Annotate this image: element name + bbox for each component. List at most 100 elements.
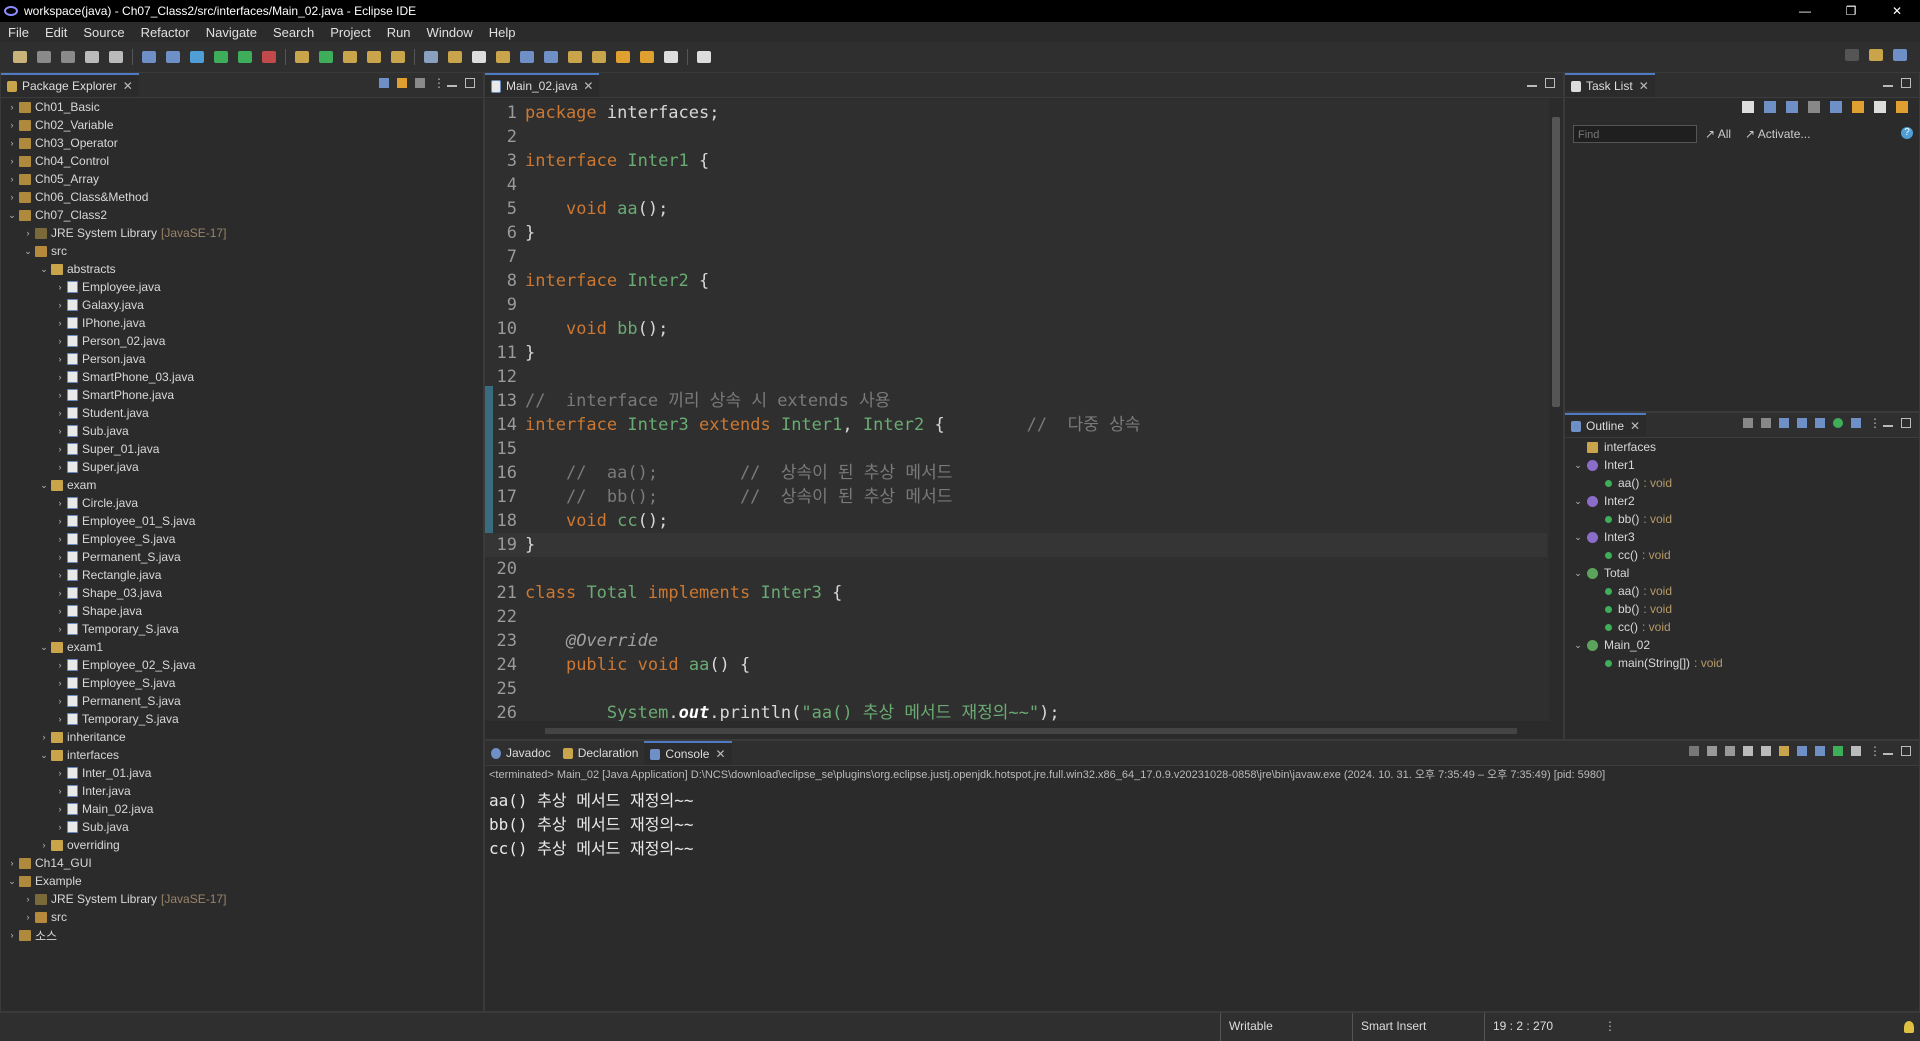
chevron-right-icon[interactable]: › [23, 894, 33, 904]
chevron-down-icon[interactable]: ⌄ [39, 480, 49, 491]
tree-item[interactable]: › Ch14_GUI [7, 855, 92, 871]
chevron-right-icon[interactable]: › [55, 462, 65, 472]
outline-item[interactable]: aa(): void [1591, 583, 1672, 599]
terminate-icon[interactable] [1689, 746, 1699, 756]
code-line[interactable]: 5 void aa(); [485, 197, 1547, 221]
open-perspective-icon[interactable] [1869, 49, 1883, 61]
view-menu-icon[interactable]: ⋮ [1869, 745, 1881, 757]
outline-item[interactable]: ⌄ Inter3 [1573, 529, 1634, 545]
word-wrap-icon[interactable] [1761, 746, 1771, 756]
tree-item[interactable]: › Super.java [55, 459, 139, 475]
show-whitespace-icon[interactable] [520, 51, 534, 63]
code-line[interactable]: 9 [485, 293, 1547, 317]
chevron-down-icon[interactable]: ⌄ [39, 264, 49, 275]
outline-item[interactable]: interfaces [1573, 439, 1656, 455]
tab-package-explorer[interactable]: Package Explorer ✕ [1, 73, 139, 97]
chevron-right-icon[interactable]: › [55, 516, 65, 526]
outline-item[interactable]: ⌄ Inter2 [1573, 493, 1634, 509]
tree-item[interactable]: › Student.java [55, 405, 149, 421]
chevron-right-icon[interactable]: › [55, 714, 65, 724]
code-line[interactable]: 24 public void aa() { [485, 653, 1547, 677]
chevron-down-icon[interactable]: ⌄ [1573, 496, 1583, 507]
minimize-icon[interactable] [1883, 747, 1893, 755]
tree-item[interactable]: ⌄ exam1 [39, 639, 103, 655]
tree-item[interactable]: › Circle.java [55, 495, 139, 511]
chevron-down-icon[interactable]: ⌄ [39, 642, 49, 653]
code-line[interactable]: 4 [485, 173, 1547, 197]
word-wrap-icon[interactable] [472, 51, 486, 63]
outline-item[interactable]: aa(): void [1591, 475, 1672, 491]
code-editor[interactable]: 1 package interfaces; 2 3 interface Inter1 {… [485, 99, 1563, 721]
scroll-lock-icon[interactable] [1743, 746, 1753, 756]
scheduled-icon[interactable] [1786, 101, 1798, 113]
menu-search[interactable]: Search [265, 25, 322, 40]
focus-icon[interactable] [1808, 101, 1820, 113]
tab-javadoc[interactable]: Javadoc [485, 741, 557, 765]
tree-item[interactable]: › Galaxy.java [55, 297, 144, 313]
code-line[interactable]: 7 [485, 245, 1547, 269]
tab-console[interactable]: Console ✕ [644, 741, 732, 765]
editor-vertical-scrollbar[interactable] [1549, 99, 1563, 721]
annotation-icon[interactable] [424, 51, 438, 63]
chevron-right-icon[interactable]: › [55, 822, 65, 832]
hide-static-icon[interactable] [1797, 418, 1807, 428]
open-task-icon[interactable] [367, 51, 381, 63]
tree-item[interactable]: › Main_02.java [55, 801, 154, 817]
tree-item[interactable]: › Ch06_Class&Method [7, 189, 149, 205]
tree-item[interactable]: › Shape_03.java [55, 585, 163, 601]
close-icon[interactable]: ✕ [123, 79, 133, 93]
tree-item[interactable]: › Super_01.java [55, 441, 160, 457]
chevron-right-icon[interactable]: › [55, 372, 65, 382]
chevron-right-icon[interactable]: › [55, 444, 65, 454]
tree-item[interactable]: › Ch03_Operator [7, 135, 118, 151]
chevron-right-icon[interactable]: › [55, 300, 65, 310]
tree-item[interactable]: › Person.java [55, 351, 146, 367]
insert-mode-status[interactable]: Smart Insert [1352, 1013, 1491, 1041]
forward-icon[interactable] [664, 51, 678, 63]
search-tool-icon[interactable] [391, 51, 405, 63]
chevron-right-icon[interactable]: › [55, 606, 65, 616]
display-console-icon[interactable] [1815, 746, 1825, 756]
collapse-all-icon[interactable] [1874, 101, 1886, 113]
tree-item[interactable]: › 소스 [7, 927, 58, 943]
chevron-right-icon[interactable]: › [55, 390, 65, 400]
minimize-icon[interactable] [447, 79, 457, 87]
chevron-right-icon[interactable]: › [7, 102, 17, 112]
chevron-right-icon[interactable]: › [39, 732, 49, 742]
code-line[interactable]: 19} [485, 533, 1547, 557]
new-console-icon[interactable] [1851, 746, 1861, 756]
hide-completed-icon[interactable] [1830, 101, 1842, 113]
debug-icon[interactable] [190, 51, 204, 63]
edit-icon[interactable] [448, 51, 462, 63]
tree-item[interactable]: ⌄ interfaces [39, 747, 119, 763]
sync-icon[interactable] [1896, 101, 1908, 113]
menu-help[interactable]: Help [481, 25, 524, 40]
scrollbar-thumb[interactable] [1552, 117, 1560, 407]
tree-item[interactable]: › Employee_S.java [55, 675, 176, 691]
minimize-button[interactable]: — [1782, 0, 1828, 22]
code-line[interactable]: 14 interface Inter3 extends Inter1, Inter… [485, 413, 1547, 437]
chevron-right-icon[interactable]: › [7, 156, 17, 166]
tree-item[interactable]: › Employee.java [55, 279, 161, 295]
hide-local-types-icon[interactable] [1833, 418, 1843, 428]
chevron-right-icon[interactable]: › [23, 228, 33, 238]
chevron-right-icon[interactable]: › [55, 336, 65, 346]
tree-item[interactable]: › Employee_S.java [55, 531, 176, 547]
code-line[interactable]: 18 void cc(); [485, 509, 1547, 533]
code-line[interactable]: 12 [485, 365, 1547, 389]
tree-item[interactable]: › Ch05_Array [7, 171, 100, 187]
tab-main-02-java[interactable]: Main_02.java ✕ [485, 73, 600, 97]
view-menu-icon[interactable]: ⋮ [1869, 417, 1881, 429]
close-icon[interactable]: ✕ [715, 747, 725, 761]
tree-item[interactable]: › SmartPhone_03.java [55, 369, 195, 385]
new-task-icon[interactable] [1742, 101, 1754, 113]
all-link[interactable]: ↗ All [1705, 127, 1731, 141]
chevron-right-icon[interactable]: › [55, 570, 65, 580]
close-button[interactable]: ✕ [1874, 0, 1920, 22]
close-icon[interactable]: ✕ [583, 79, 593, 93]
tree-item[interactable]: › SmartPhone.java [55, 387, 175, 403]
tree-item[interactable]: › Rectangle.java [55, 567, 162, 583]
save-icon[interactable] [37, 51, 51, 63]
prev-annotation-icon[interactable] [592, 51, 606, 63]
cursor-position-status[interactable]: 19 : 2 : 270 [1484, 1013, 1603, 1041]
